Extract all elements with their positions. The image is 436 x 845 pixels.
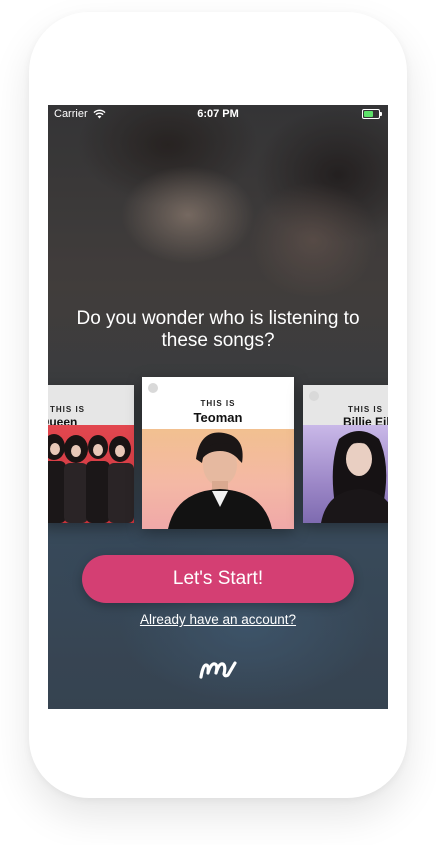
playlist-carousel[interactable]: THIS IS Queen — [48, 377, 388, 537]
card-artwork — [142, 429, 294, 529]
card-prefix: THIS IS — [200, 399, 236, 408]
spotify-icon — [309, 391, 319, 401]
card-artwork — [303, 425, 388, 523]
card-header: THIS IS Billie Eili — [303, 385, 388, 429]
card-artist: Teoman — [193, 410, 243, 425]
card-header: THIS IS Queen — [48, 385, 134, 429]
app-screen: Carrier 6:07 PM Do you wonder who is lis… — [48, 105, 388, 709]
battery-charging-icon — [362, 109, 382, 119]
card-prefix: THIS IS — [50, 405, 86, 414]
status-bar: Carrier 6:07 PM — [48, 105, 388, 125]
artist-photo-icon — [168, 432, 272, 529]
band-photo-icon — [48, 434, 134, 523]
card-prefix: THIS IS — [347, 405, 383, 414]
lets-start-button[interactable]: Let's Start! — [82, 555, 354, 603]
artist-photo-icon — [321, 431, 388, 523]
spotify-icon — [148, 383, 158, 393]
status-time: 6:07 PM — [197, 108, 239, 120]
playlist-card-queen[interactable]: THIS IS Queen — [48, 385, 134, 523]
onboarding-headline: Do you wonder who is listening to these … — [76, 308, 360, 351]
playlist-card-billie-eilish[interactable]: THIS IS Billie Eili — [303, 385, 388, 523]
already-have-account-link[interactable]: Already have an account? — [48, 612, 388, 627]
m-logo-icon — [197, 657, 239, 681]
playlist-card-teoman[interactable]: THIS IS Teoman — [142, 377, 294, 529]
card-header: THIS IS Teoman — [142, 377, 294, 429]
card-artwork — [48, 425, 134, 523]
